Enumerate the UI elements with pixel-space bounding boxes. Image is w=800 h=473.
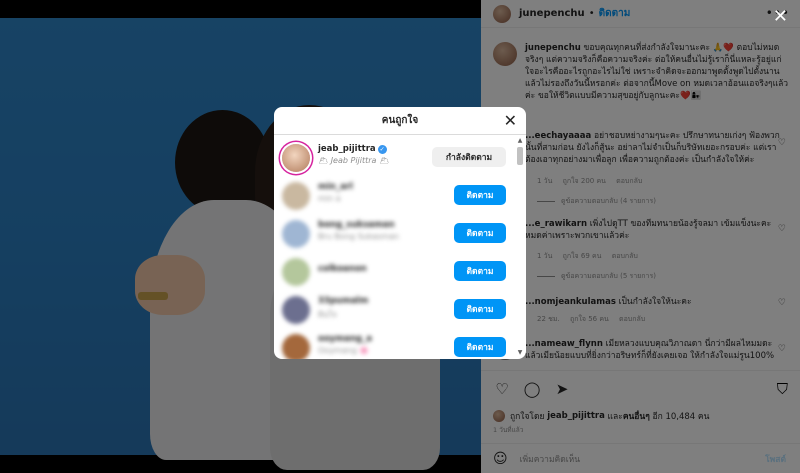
- like-subtitle: min a: [318, 194, 341, 203]
- likes-modal: คนถูกใจ ✕ jeab_pijittra ✓ 🌥 Jeab Pijittra…: [274, 107, 526, 359]
- like-row: jeab_pijittra ✓ 🌥 Jeab Pijittra 🌥 กำลังติ…: [274, 139, 514, 177]
- close-icon[interactable]: ✕: [773, 6, 788, 27]
- user-avatar[interactable]: [282, 220, 310, 248]
- follow-button[interactable]: ติดตาม: [454, 337, 506, 357]
- like-subtitle: Ooymang 🌸: [318, 346, 370, 355]
- follow-button[interactable]: ติดตาม: [454, 261, 506, 281]
- user-avatar[interactable]: [282, 258, 310, 286]
- follow-button[interactable]: ติดตาม: [454, 223, 506, 243]
- like-subtitle: Bru Bong Sukasman: [318, 232, 399, 241]
- like-username[interactable]: 33pumalm: [318, 296, 368, 306]
- like-username-text: jeab_pijittra: [318, 144, 376, 154]
- like-username[interactable]: min_arl: [318, 182, 353, 192]
- user-avatar[interactable]: [282, 334, 310, 359]
- follow-button[interactable]: ติดตาม: [454, 299, 506, 319]
- scroll-down-icon[interactable]: ▼: [516, 349, 524, 357]
- user-avatar[interactable]: [282, 182, 310, 210]
- like-username[interactable]: colkoanon: [318, 264, 367, 274]
- modal-header: คนถูกใจ ✕: [274, 107, 526, 135]
- user-avatar[interactable]: [282, 296, 310, 324]
- like-username[interactable]: ooymang_a: [318, 334, 372, 344]
- like-row: 33pumalm ฝันใจ ติดตาม: [274, 291, 514, 329]
- like-row: bong_suksaman Bru Bong Sukasman ติดตาม: [274, 215, 514, 253]
- scroll-up-icon[interactable]: ▲: [516, 137, 524, 145]
- like-username[interactable]: bong_suksaman: [318, 220, 395, 230]
- scroll-thumb[interactable]: [517, 147, 523, 165]
- likes-scrollbar[interactable]: ▲ ▼: [516, 137, 524, 357]
- modal-title: คนถูกใจ: [381, 115, 419, 126]
- verified-icon: ✓: [377, 145, 387, 154]
- like-row: min_arl min a ติดตาม: [274, 177, 514, 215]
- like-row: ooymang_a Ooymang 🌸 ติดตาม: [274, 329, 514, 359]
- like-subtitle: 🌥 Jeab Pijittra 🌥: [318, 156, 390, 165]
- likes-list: jeab_pijittra ✓ 🌥 Jeab Pijittra 🌥 กำลังติ…: [274, 136, 514, 359]
- user-avatar[interactable]: [282, 144, 310, 172]
- like-username[interactable]: jeab_pijittra ✓: [318, 144, 387, 154]
- close-icon[interactable]: ✕: [504, 111, 517, 130]
- like-subtitle: ฝันใจ: [318, 310, 337, 319]
- follow-button[interactable]: ติดตาม: [454, 185, 506, 205]
- following-button[interactable]: กำลังติดตาม: [432, 147, 506, 167]
- like-row: colkoanon ติดตาม: [274, 253, 514, 291]
